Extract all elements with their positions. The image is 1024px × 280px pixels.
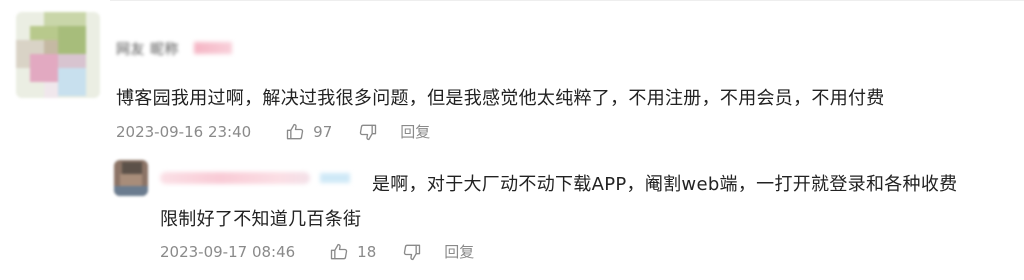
thumbs-up-icon bbox=[285, 122, 305, 142]
like-count: 97 bbox=[313, 122, 333, 141]
thumbs-down-icon bbox=[402, 242, 422, 262]
reply-button[interactable]: 回复 bbox=[400, 121, 430, 142]
reply-meta: 2023-09-17 08:46 18 回复 bbox=[160, 241, 474, 262]
reply-username[interactable] bbox=[160, 170, 356, 186]
reply-like-count: 18 bbox=[357, 242, 377, 261]
dislike-button[interactable] bbox=[358, 122, 378, 142]
username[interactable]: 网友 昵称 bbox=[116, 39, 236, 58]
thumbs-up-icon bbox=[329, 242, 349, 262]
reply-time: 2023-09-17 08:46 bbox=[160, 242, 296, 261]
comment-time: 2023-09-16 23:40 bbox=[116, 122, 252, 141]
thumbs-down-icon bbox=[358, 122, 378, 142]
reply-like-button[interactable]: 18 bbox=[321, 242, 376, 262]
like-button[interactable]: 97 bbox=[277, 122, 332, 142]
reply-dislike-button[interactable] bbox=[402, 242, 422, 262]
avatar[interactable] bbox=[16, 12, 100, 98]
comment-text: 博客园我用过啊，解决过我很多问题，但是我感觉他太纯粹了，不用注册，不用会员，不用… bbox=[116, 88, 885, 109]
reply-text: 是啊，对于大厂动不动下载APP，阉割web端，一打开就登录和各种收费 bbox=[372, 174, 958, 195]
username-decoration bbox=[194, 42, 232, 54]
reply-reply-button[interactable]: 回复 bbox=[444, 241, 474, 262]
reply-text-continued: 限制好了不知道几百条街 bbox=[160, 209, 362, 230]
reply-avatar[interactable] bbox=[114, 160, 148, 196]
top-divider bbox=[110, 0, 1024, 1]
comment-meta: 2023-09-16 23:40 97 回复 bbox=[116, 121, 430, 142]
